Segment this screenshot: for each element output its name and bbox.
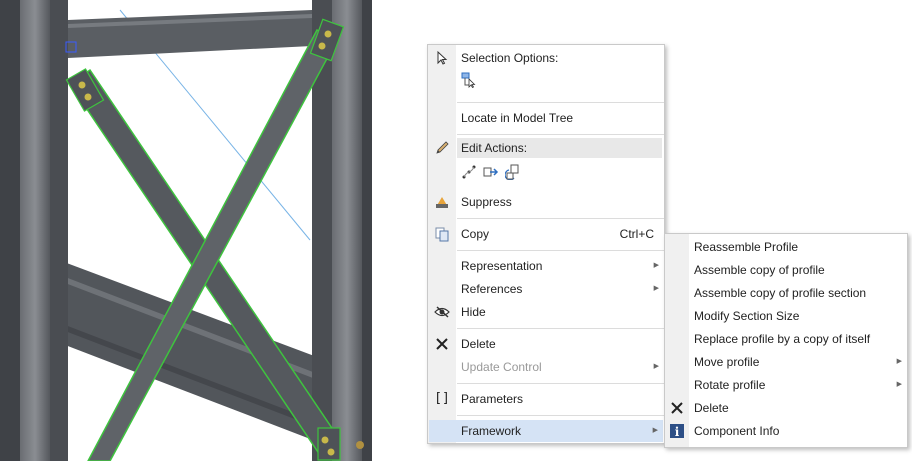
delete-x-icon	[671, 402, 683, 414]
move-copy-icon[interactable]	[483, 164, 499, 180]
reassemble-profile-label: Reassemble Profile	[694, 240, 799, 254]
submenu-arrow-icon: ▶	[653, 262, 659, 269]
menu-item-locate-in-model-tree[interactable]: Locate in Model Tree	[428, 107, 664, 129]
component-info-label: Component Info	[694, 424, 780, 438]
mirror-copy-icon[interactable]	[505, 164, 521, 180]
edit-actions-tool-row	[428, 161, 664, 183]
submenu-item-component-info[interactable]: i Component Info	[665, 420, 907, 442]
menu-item-update-control[interactable]: Update Control ▶	[428, 356, 664, 378]
select-from-list-icon[interactable]	[461, 72, 477, 88]
submenu-arrow-icon: ▶	[653, 363, 659, 370]
modify-section-size-label: Modify Section Size	[694, 309, 800, 323]
submenu-item-replace-profile[interactable]: Replace profile by a copy of itself	[665, 328, 907, 350]
menu-item-copy[interactable]: Copy Ctrl+C	[428, 223, 664, 245]
submenu-item-rotate-profile[interactable]: Rotate profile ▶	[665, 374, 907, 396]
right-column-outer[interactable]	[362, 0, 372, 461]
menu-item-references[interactable]: References ▶	[428, 278, 664, 300]
submenu-item-assemble-copy-of-profile-section[interactable]: Assemble copy of profile section	[665, 282, 907, 304]
assemble-copy-label: Assemble copy of profile	[694, 263, 825, 277]
rotate-profile-label: Rotate profile	[694, 378, 766, 392]
menu-item-selection-options: Selection Options:	[428, 47, 664, 69]
selection-tool-row	[428, 69, 664, 91]
copy-shortcut: Ctrl+C	[619, 227, 654, 241]
submenu-delete-label: Delete	[694, 401, 729, 415]
references-label: References	[461, 282, 523, 296]
right-column[interactable]	[332, 0, 362, 461]
delete-x-icon	[436, 338, 448, 350]
submenu-arrow-icon: ▶	[652, 427, 658, 434]
framework-submenu: Reassemble Profile Assemble copy of prof…	[664, 233, 908, 448]
replace-profile-label: Replace profile by a copy of itself	[694, 332, 871, 346]
copy-icon	[435, 227, 449, 242]
edit-actions-header: Edit Actions:	[457, 138, 662, 158]
submenu-arrow-icon: ▶	[653, 285, 659, 292]
submenu-item-assemble-copy-of-profile[interactable]: Assemble copy of profile	[665, 259, 907, 281]
menu-item-representation[interactable]: Representation ▶	[428, 255, 664, 277]
separator	[457, 250, 664, 251]
svg-text:i: i	[675, 425, 680, 439]
submenu-arrow-icon: ▶	[896, 381, 902, 388]
submenu-arrow-icon: ▶	[896, 358, 902, 365]
menu-item-hide[interactable]: Hide	[428, 301, 664, 323]
separator	[457, 383, 664, 384]
submenu-item-modify-section-size[interactable]: Modify Section Size	[665, 305, 907, 327]
menu-item-parameters[interactable]: [] Parameters	[428, 388, 664, 410]
cursor-arrow-icon	[437, 50, 448, 65]
context-menu: Selection Options: Locate in Model Tree …	[427, 44, 665, 444]
move-profile-label: Move profile	[694, 355, 760, 369]
assemble-copy-section-label: Assemble copy of profile section	[694, 286, 867, 300]
copy-label: Copy	[461, 227, 490, 241]
suppress-icon	[436, 197, 448, 208]
locate-label: Locate in Model Tree	[461, 111, 574, 125]
pattern-icon[interactable]	[461, 164, 477, 180]
menu-item-framework[interactable]: Framework ▶	[429, 420, 663, 442]
separator	[457, 102, 664, 103]
hide-label: Hide	[461, 305, 486, 319]
left-column-inner[interactable]	[50, 0, 68, 461]
hide-eye-icon	[434, 306, 450, 318]
left-column-outer[interactable]	[0, 0, 20, 461]
update-control-label: Update Control	[461, 360, 542, 374]
submenu-item-move-profile[interactable]: Move profile ▶	[665, 351, 907, 373]
bolt-plate-bottom-right	[317, 427, 341, 461]
menu-item-delete[interactable]: Delete	[428, 333, 664, 355]
suppress-label: Suppress	[461, 195, 512, 209]
delete-label: Delete	[461, 337, 496, 351]
pencil-icon	[436, 141, 449, 154]
edit-actions-label: Edit Actions:	[461, 141, 528, 155]
separator	[457, 218, 664, 219]
bolt	[356, 441, 364, 449]
framework-label: Framework	[461, 424, 522, 438]
submenu-item-delete[interactable]: Delete	[665, 397, 907, 419]
menu-item-suppress[interactable]: Suppress	[428, 191, 664, 213]
parameters-label: Parameters	[461, 392, 524, 406]
parameters-brackets-icon: []	[434, 391, 450, 406]
representation-label: Representation	[461, 259, 543, 273]
separator	[457, 415, 664, 416]
separator	[457, 328, 664, 329]
selection-options-label: Selection Options:	[461, 51, 559, 65]
submenu-item-reassemble-profile[interactable]: Reassemble Profile	[665, 236, 907, 258]
separator	[457, 134, 664, 135]
left-column[interactable]	[20, 0, 50, 461]
info-icon: i	[670, 424, 684, 439]
